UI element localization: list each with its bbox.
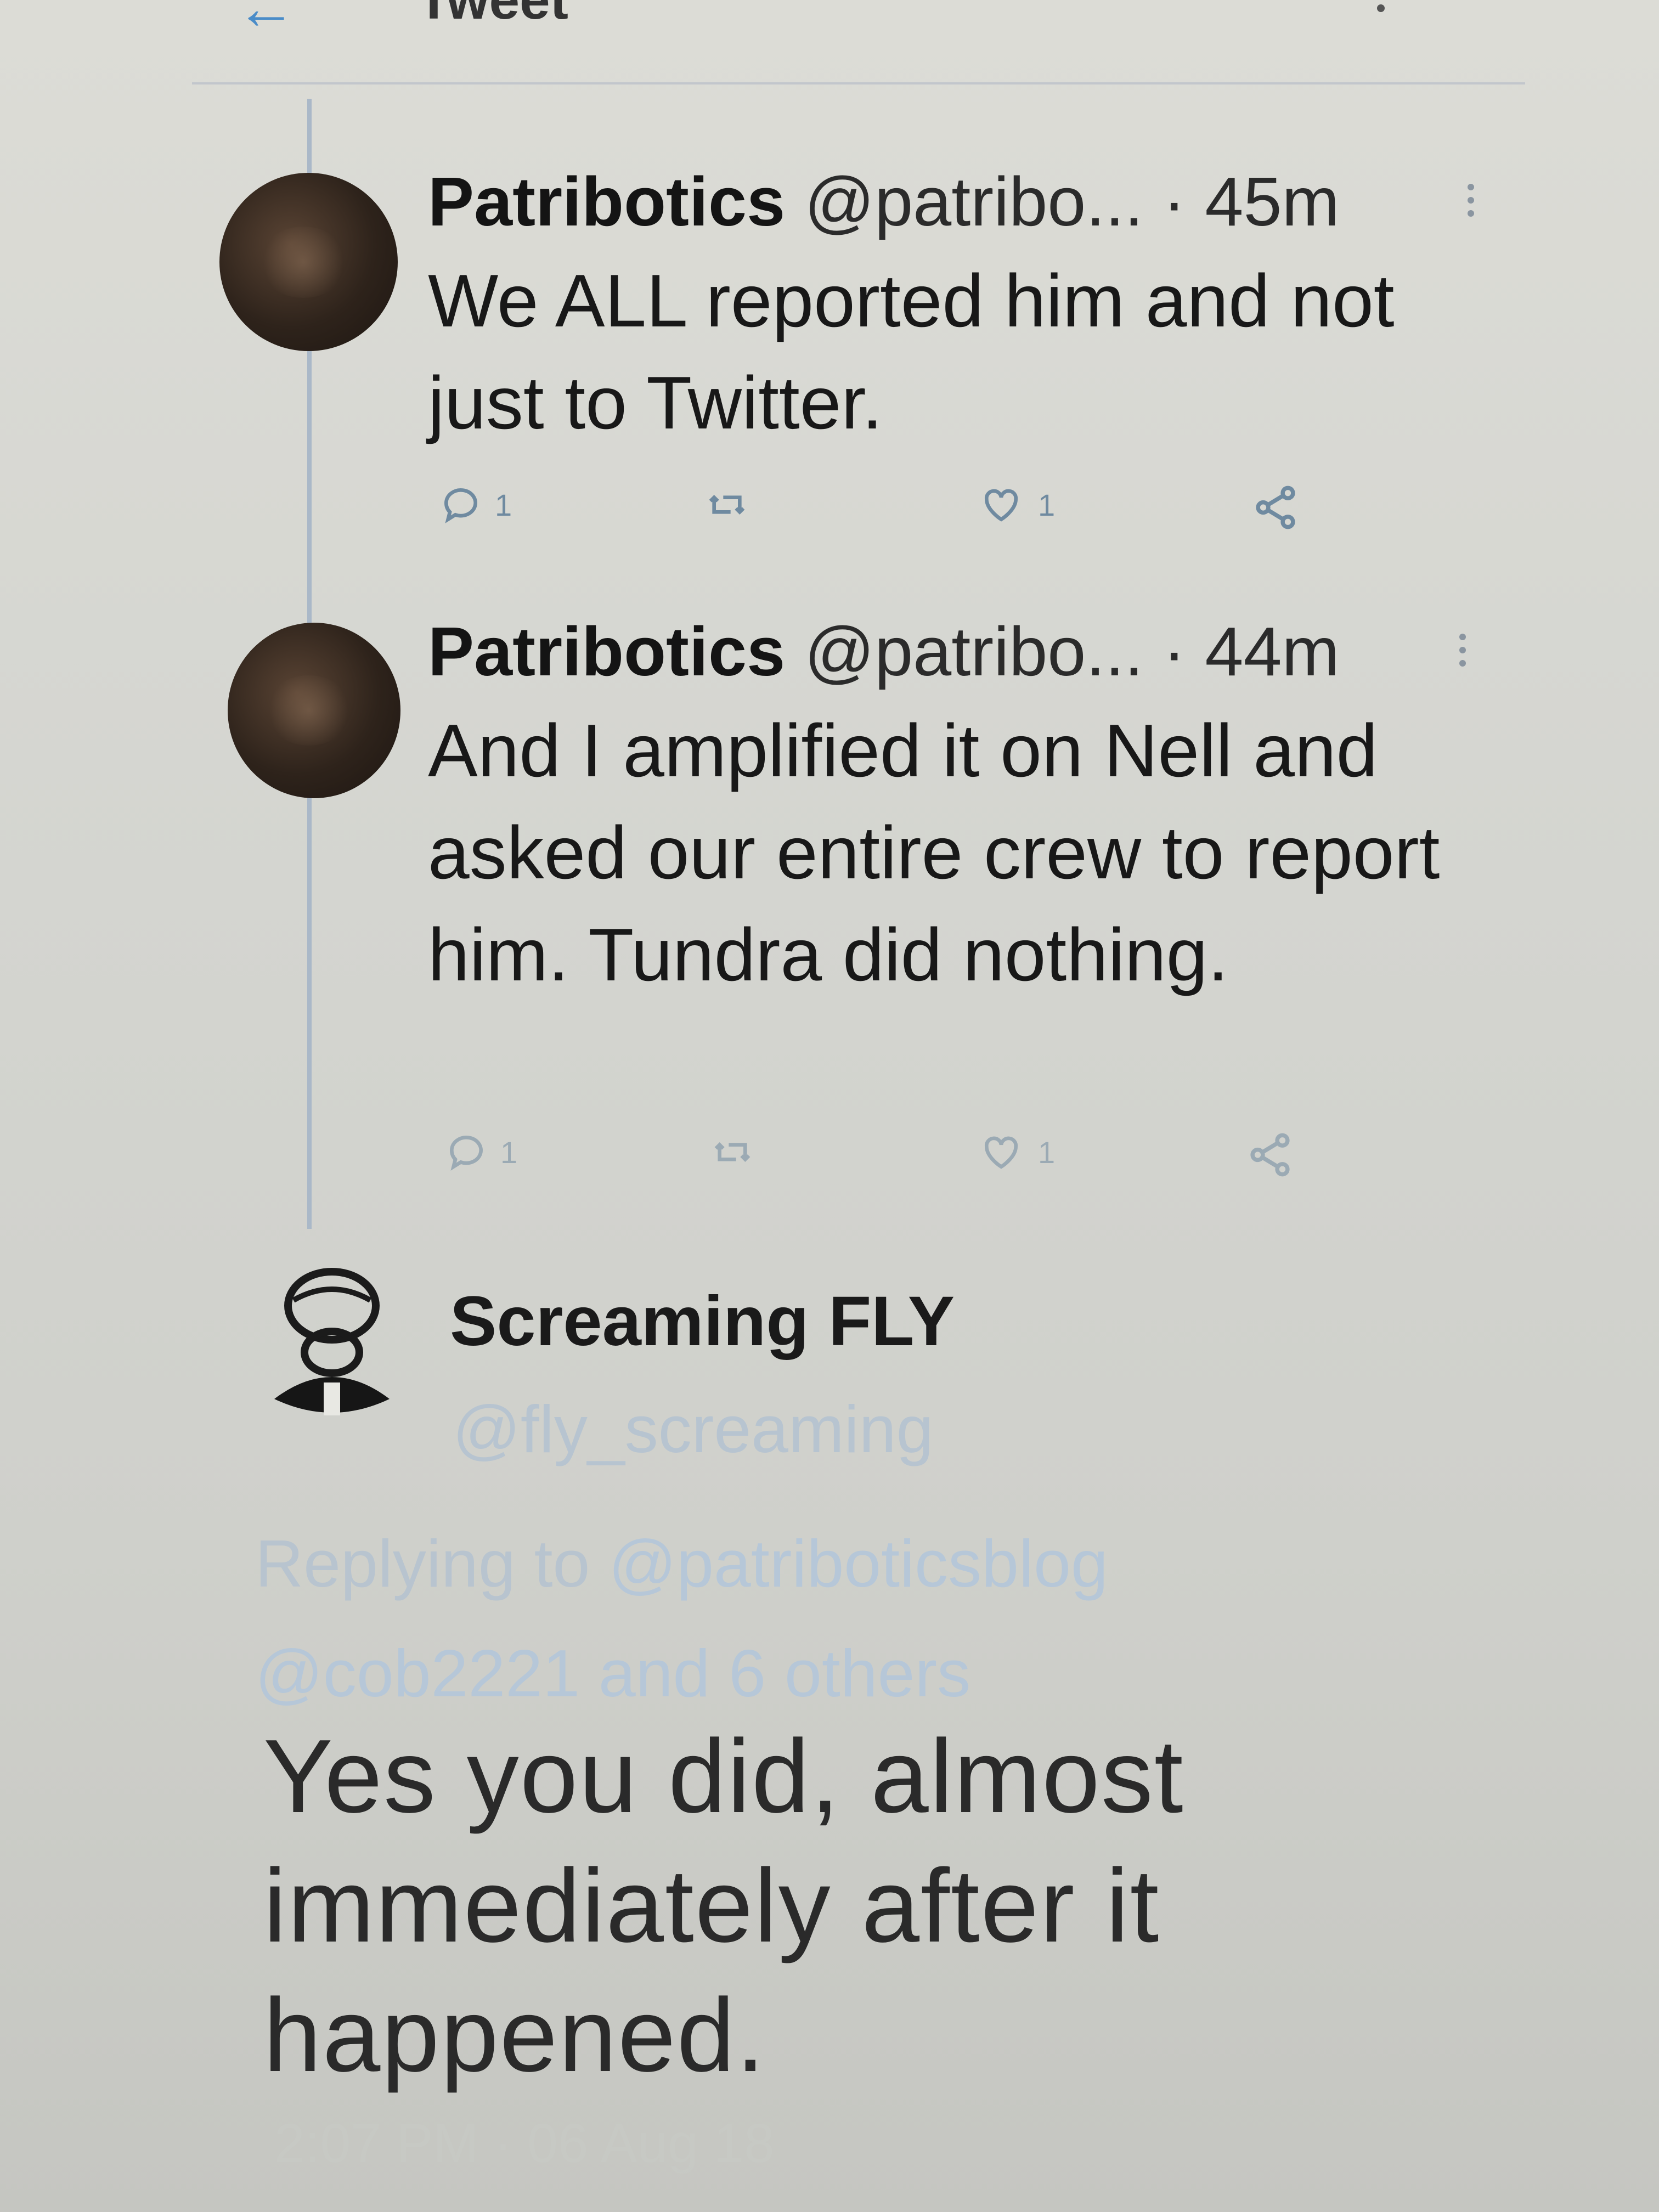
replying-user-link[interactable]: @cob2221 bbox=[255, 1636, 580, 1711]
like-count: 1 bbox=[1038, 487, 1056, 522]
tweet-text: And I amplified it on Nell and asked our… bbox=[428, 709, 1440, 996]
avatar[interactable] bbox=[263, 1267, 400, 1426]
reply-button[interactable]: 1 bbox=[439, 483, 512, 527]
user-handle[interactable]: @patribo... bbox=[804, 613, 1143, 690]
tweet-text: We ALL reported him and not just to Twit… bbox=[428, 259, 1395, 444]
heart-icon bbox=[984, 489, 1018, 522]
share-button[interactable] bbox=[1245, 1130, 1295, 1180]
like-count: 1 bbox=[1038, 1135, 1056, 1170]
user-handle[interactable]: @fly_screaming bbox=[453, 1391, 933, 1468]
timestamp[interactable]: 44m bbox=[1205, 613, 1339, 690]
avatar[interactable] bbox=[228, 623, 400, 798]
heart-icon bbox=[984, 1136, 1018, 1169]
screen: ← Tweet Patribotics @patribo... · 45m We… bbox=[0, 0, 1659, 2212]
share-icon bbox=[1256, 486, 1295, 529]
like-button[interactable]: 1 bbox=[977, 1130, 1055, 1174]
tweet-header: Patribotics @patribo... · 44m bbox=[428, 617, 1339, 686]
share-button[interactable] bbox=[1251, 483, 1300, 532]
user-handle[interactable]: @patribo... bbox=[804, 163, 1143, 240]
like-button[interactable]: 1 bbox=[977, 483, 1055, 527]
top-bar: ← Tweet bbox=[0, 0, 1659, 93]
fly-avatar-graphic bbox=[274, 1268, 390, 1415]
retweet-button[interactable] bbox=[708, 1130, 757, 1174]
header-divider bbox=[192, 82, 1525, 84]
tweet-actions: 1 1 bbox=[428, 1130, 1361, 1190]
separator-dot: · bbox=[1163, 613, 1186, 690]
reply-button[interactable]: 1 bbox=[444, 1130, 517, 1174]
tweet-meta: 2:07 PM · 06 Aug 18 bbox=[274, 2113, 775, 2174]
tweet-text: Yes you did, almost immediately after it… bbox=[263, 1718, 1184, 2094]
reply-icon bbox=[450, 1136, 483, 1171]
more-vertical-icon[interactable] bbox=[1468, 184, 1476, 217]
retweet-icon bbox=[709, 494, 745, 515]
reply-count: 1 bbox=[500, 1135, 518, 1170]
display-name[interactable]: Screaming FLY bbox=[450, 1281, 955, 1362]
retweet-icon bbox=[714, 1142, 751, 1163]
display-name[interactable]: Patribotics bbox=[428, 613, 785, 690]
separator-dot: · bbox=[1163, 163, 1186, 240]
replying-user-link[interactable]: @patriboticsblog bbox=[608, 1526, 1108, 1601]
more-vertical-icon[interactable] bbox=[1459, 634, 1468, 667]
reply-count: 1 bbox=[495, 487, 512, 522]
avatar[interactable] bbox=[219, 173, 398, 351]
replying-others-link[interactable]: and 6 others bbox=[599, 1636, 970, 1711]
reply-icon bbox=[444, 488, 477, 523]
timestamp[interactable]: 45m bbox=[1205, 163, 1339, 240]
retweet-button[interactable] bbox=[702, 483, 752, 527]
replying-prefix: Replying to bbox=[255, 1526, 590, 1601]
share-icon bbox=[1250, 1133, 1290, 1177]
tweet-actions: 1 1 bbox=[428, 483, 1361, 543]
tweet-header: Patribotics @patribo... · 45m bbox=[428, 167, 1339, 236]
display-name[interactable]: Patribotics bbox=[428, 163, 785, 240]
status-dot bbox=[1377, 4, 1385, 12]
replying-to: Replying to @patriboticsblog @cob2221 an… bbox=[255, 1509, 1572, 1728]
page-title: Tweet bbox=[417, 0, 568, 31]
arrow-left-icon[interactable]: ← bbox=[236, 0, 296, 38]
